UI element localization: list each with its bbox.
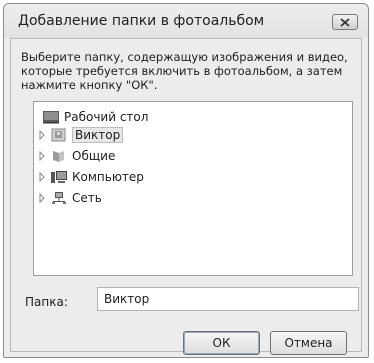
tree-item-label: Общие [72,149,116,163]
folder-input[interactable] [97,287,359,311]
instruction-text: Выберите папку, содержащую изображения и… [21,50,348,92]
dialog-window: Добавление папки в фотоальбом Выберите п… [3,3,369,358]
expand-arrow-icon[interactable] [38,172,46,182]
dialog-body: Выберите папку, содержащую изображения и… [10,38,362,355]
close-icon [340,17,350,27]
user-folder-icon [51,128,66,142]
expand-arrow-icon[interactable] [38,130,46,140]
tree-item-network[interactable]: Сеть [38,189,102,207]
tree-item-label: Виктор [72,127,124,143]
tree-item-label: Компьютер [72,170,144,184]
shared-folder-icon [53,151,64,162]
expand-arrow-icon[interactable] [38,151,46,161]
network-icon [52,192,66,204]
close-button[interactable] [332,14,358,30]
folder-tree[interactable]: Рабочий стол Виктор Общие Компьютер Сеть [33,101,353,276]
tree-item-viktor[interactable]: Виктор [38,126,124,144]
tree-item-label: Сеть [72,191,102,205]
tree-item-computer[interactable]: Компьютер [38,168,144,186]
tree-item-shared[interactable]: Общие [38,147,115,165]
tree-item-desktop[interactable]: Рабочий стол [42,108,148,126]
dialog-title: Добавление папки в фотоальбом [18,13,265,29]
desktop-icon [43,111,59,124]
ok-button[interactable]: ОК [183,331,260,355]
cancel-button[interactable]: Отмена [270,331,347,355]
expand-arrow-icon[interactable] [38,193,46,203]
folder-label: Папка: [25,295,68,309]
tree-item-label: Рабочий стол [64,110,149,124]
computer-icon [51,171,67,183]
